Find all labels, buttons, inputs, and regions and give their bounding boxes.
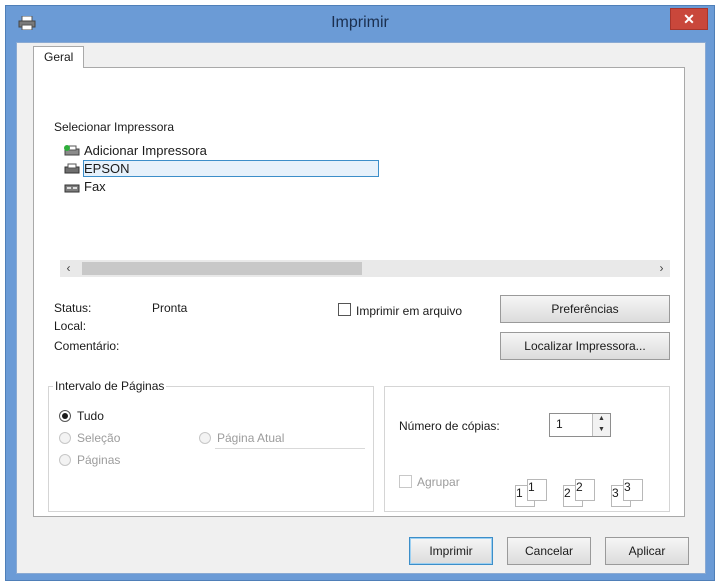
radio-selection[interactable] bbox=[59, 432, 71, 444]
copies-label: Número de cópias: bbox=[399, 419, 500, 433]
scroll-right-icon[interactable]: › bbox=[653, 260, 670, 277]
copies-group: Número de cópias: 1 ▲ ▼ Agrupar 1 1 2 2 … bbox=[384, 386, 670, 512]
tab-geral[interactable]: Geral bbox=[33, 46, 85, 68]
printer-item-label: EPSON bbox=[83, 160, 379, 177]
status-label: Status: bbox=[54, 301, 92, 315]
find-printer-button[interactable]: Localizar Impressora... bbox=[500, 332, 670, 360]
scroll-left-icon[interactable]: ‹ bbox=[60, 260, 77, 277]
close-button[interactable]: ✕ bbox=[670, 8, 708, 30]
close-icon: ✕ bbox=[683, 11, 695, 27]
window-title: Imprimir bbox=[331, 14, 389, 31]
printer-list[interactable]: Adicionar Impressora EPSON Fax bbox=[60, 142, 660, 222]
printer-item-epson[interactable]: EPSON bbox=[60, 160, 660, 178]
printer-icon bbox=[64, 163, 80, 174]
tab-panel-geral: Selecionar Impressora Adicionar Impresso… bbox=[33, 67, 685, 517]
select-printer-label: Selecionar Impressora bbox=[54, 120, 175, 134]
printer-list-scrollbar[interactable]: ‹ › bbox=[60, 260, 670, 277]
collate-label[interactable]: Agrupar bbox=[417, 475, 460, 489]
sheet-3b: 3 bbox=[623, 479, 643, 501]
radio-all-label[interactable]: Tudo bbox=[77, 409, 104, 423]
apply-button[interactable]: Aplicar bbox=[605, 537, 689, 565]
print-button[interactable]: Imprimir bbox=[409, 537, 493, 565]
sheet-2b: 2 bbox=[575, 479, 595, 501]
comment-label: Comentário: bbox=[54, 339, 120, 353]
radio-current-page[interactable] bbox=[199, 432, 211, 444]
stepper-down-icon[interactable]: ▼ bbox=[593, 425, 610, 436]
stepper-up-icon[interactable]: ▲ bbox=[593, 414, 610, 425]
add-printer-icon bbox=[64, 145, 80, 156]
page-range-label: Intervalo de Páginas bbox=[53, 379, 167, 393]
printer-item-fax[interactable]: Fax bbox=[60, 178, 660, 196]
scrollbar-thumb[interactable] bbox=[82, 262, 362, 275]
stepper-arrows[interactable]: ▲ ▼ bbox=[592, 414, 610, 436]
title-bar[interactable]: Imprimir ✕ bbox=[6, 6, 714, 42]
local-label: Local: bbox=[54, 319, 87, 333]
tab-strip: Geral bbox=[17, 43, 705, 68]
printer-item-add[interactable]: Adicionar Impressora bbox=[60, 142, 660, 160]
radio-current-page-label[interactable]: Página Atual bbox=[217, 431, 284, 445]
copies-stepper[interactable]: 1 ▲ ▼ bbox=[549, 413, 611, 437]
copies-value[interactable]: 1 bbox=[556, 417, 563, 431]
print-to-file-checkbox[interactable] bbox=[338, 303, 351, 316]
printer-item-label: Adicionar Impressora bbox=[84, 143, 207, 158]
status-value: Pronta bbox=[152, 301, 188, 315]
radio-selection-label[interactable]: Seleção bbox=[77, 431, 120, 445]
dialog-client-area: Geral Selecionar Impressora Adicionar Im… bbox=[16, 42, 706, 574]
pages-input[interactable] bbox=[215, 447, 365, 449]
radio-all[interactable] bbox=[59, 410, 71, 422]
page-range-group: Intervalo de Páginas Tudo Seleção Página… bbox=[48, 379, 374, 512]
radio-pages[interactable] bbox=[59, 454, 71, 466]
radio-pages-label[interactable]: Páginas bbox=[77, 453, 120, 467]
dialog-window: Imprimir ✕ Geral Selecionar Impressora A… bbox=[5, 5, 715, 581]
printer-item-label: Fax bbox=[84, 179, 106, 194]
cancel-button[interactable]: Cancelar bbox=[507, 537, 591, 565]
collate-preview-icon: 1 1 2 2 3 3 bbox=[515, 479, 655, 509]
print-to-file-label[interactable]: Imprimir em arquivo bbox=[356, 304, 462, 318]
sheet-1b: 1 bbox=[527, 479, 547, 501]
collate-checkbox[interactable] bbox=[399, 475, 412, 488]
preferences-button[interactable]: Preferências bbox=[500, 295, 670, 323]
fax-icon bbox=[64, 184, 80, 193]
